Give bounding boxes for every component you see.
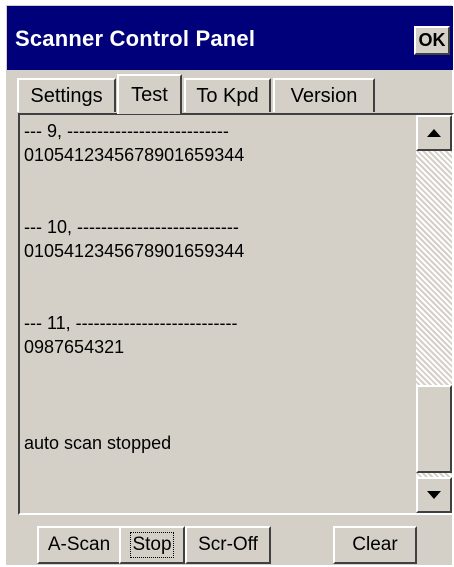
log-line: --- 11, ---------------------------: [24, 313, 238, 333]
tab-settings[interactable]: Settings: [17, 78, 116, 112]
log-line: 0987654321: [24, 337, 125, 357]
a-scan-label: A-Scan: [47, 534, 111, 555]
log-line: --- 10, ---------------------------: [24, 217, 239, 237]
log-line: --- 9, ---------------------------: [24, 121, 229, 141]
stop-label: Stop: [130, 532, 174, 558]
a-scan-button[interactable]: A-Scan: [37, 526, 121, 564]
arrow-down-icon: [427, 491, 441, 499]
ok-button[interactable]: OK: [414, 26, 450, 55]
log-line: auto scan stopped: [24, 433, 172, 453]
stop-button[interactable]: Stop: [119, 526, 185, 564]
scr-off-button[interactable]: Scr-Off: [185, 526, 271, 564]
clear-label: Clear: [352, 534, 398, 555]
scan-output-panel: --- 9, --------------------------- 010541…: [18, 113, 454, 515]
scanner-control-window: Scanner Control Panel OK Settings Test T…: [6, 5, 454, 565]
arrow-up-icon: [427, 129, 441, 137]
scroll-down-button[interactable]: [416, 477, 452, 513]
tab-to-kpd[interactable]: To Kpd: [184, 78, 271, 112]
scan-log[interactable]: --- 9, --------------------------- 010541…: [20, 115, 412, 513]
tab-version[interactable]: Version: [273, 78, 375, 112]
clear-button[interactable]: Clear: [333, 526, 417, 564]
title-bar: Scanner Control Panel OK: [7, 6, 453, 70]
window-title: Scanner Control Panel: [15, 26, 256, 51]
log-line: 01054123456789016​59344: [24, 145, 245, 165]
scroll-up-button[interactable]: [416, 115, 452, 151]
log-line: 01054123456789016​59344: [24, 241, 245, 261]
tab-test[interactable]: Test: [117, 74, 182, 114]
scroll-thumb[interactable]: [416, 385, 452, 473]
scr-off-label: Scr-Off: [198, 534, 258, 555]
vertical-scrollbar[interactable]: [416, 115, 452, 513]
